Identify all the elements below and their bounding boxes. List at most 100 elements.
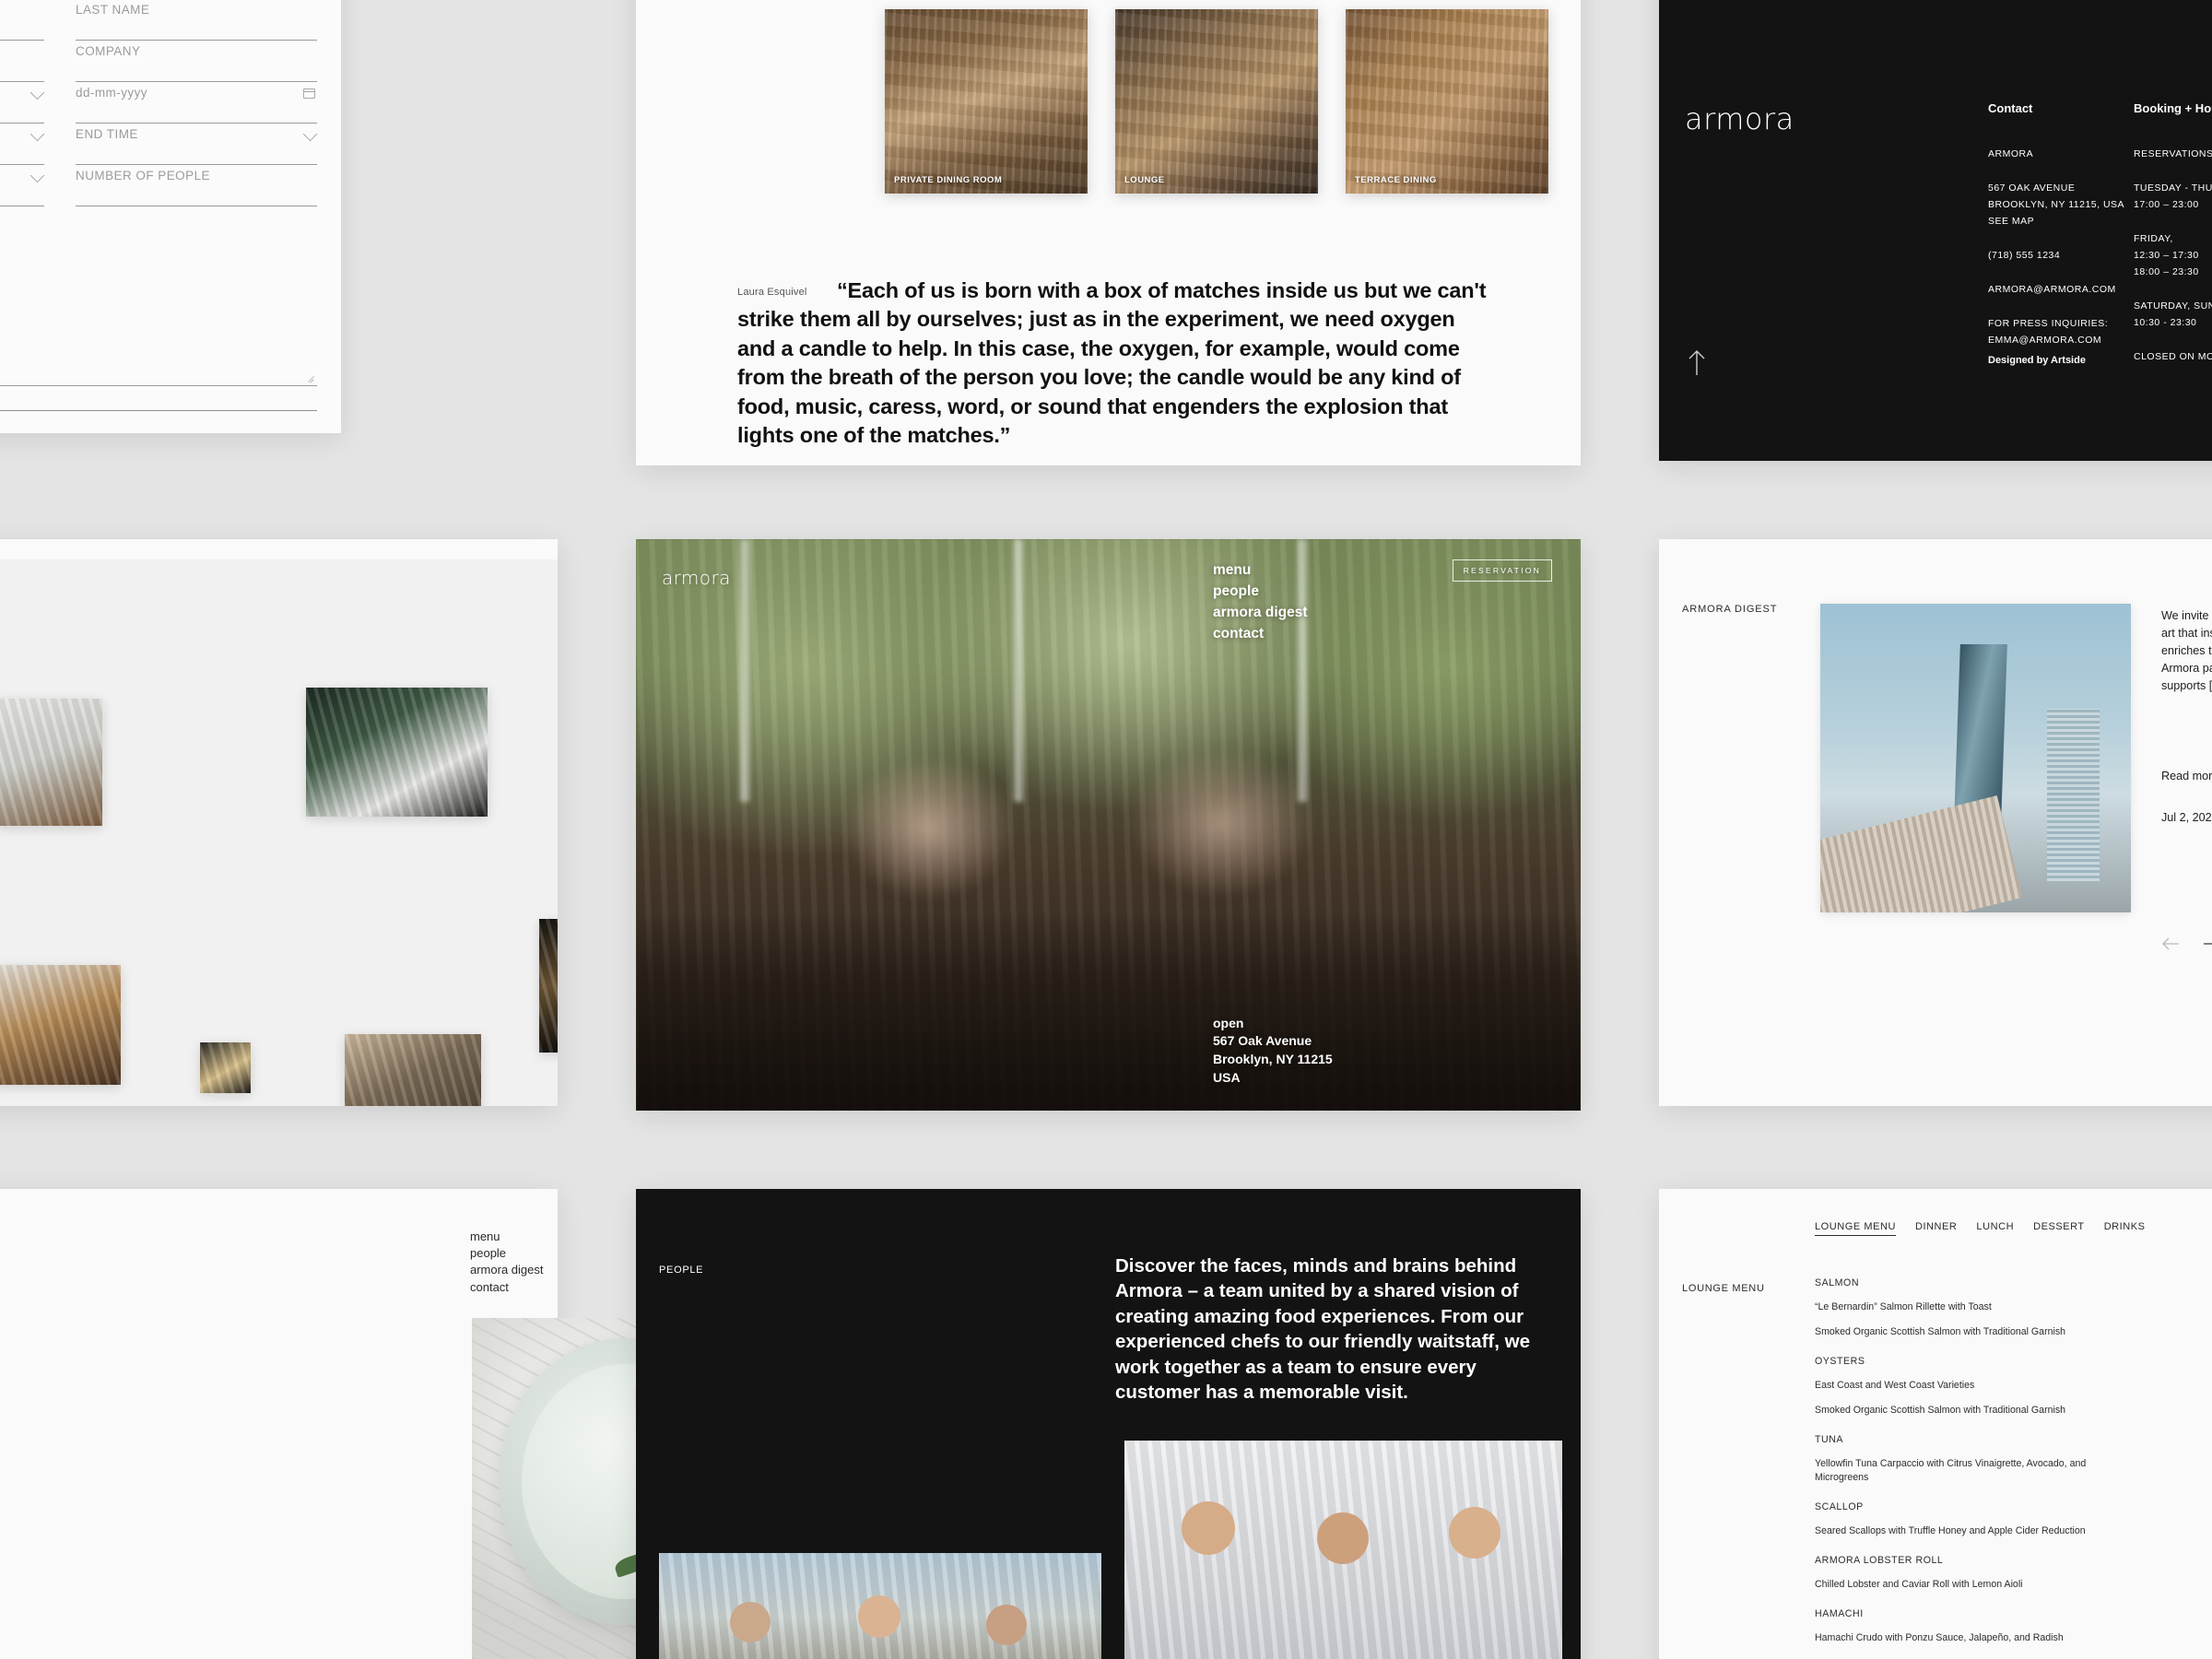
menu-section-title: HAMACHI <box>1815 1608 1864 1620</box>
gallery-photo-chefs[interactable] <box>306 688 488 817</box>
first-name-field[interactable]: FIRST NAME <box>0 0 44 41</box>
date-field[interactable]: dd-mm-yyyy <box>76 82 317 124</box>
menu-section: ARMORA LOBSTER ROLL Chilled Lobster and … <box>1815 1555 2212 1592</box>
tab-dinner[interactable]: DINNER <box>1915 1221 1957 1236</box>
lounge-menu-screen: LOUNGE MENU DINNER LUNCH DESSERT DRINKS … <box>1659 1189 2212 1659</box>
spaces-card-row: PRIVATE DINING ROOM LOUNGE TERRACE DININ… <box>885 9 1548 194</box>
people-headline: Discover the faces, minds and brains beh… <box>1115 1255 1530 1404</box>
gallery-top-bar <box>0 539 558 559</box>
hours-tuesday-thursday: TUESDAY - THURSDAY, 17:00 – 23:00 <box>2134 182 2212 211</box>
people-kicker: PEOPLE <box>659 1265 704 1276</box>
menu-section: SCALLOP Seared Scallops with Truffle Hon… <box>1815 1501 2212 1538</box>
arrow-up-icon[interactable] <box>1687 348 1707 376</box>
tower-shape <box>2047 708 2100 882</box>
space-card-lounge[interactable]: LOUNGE <box>1115 9 1318 194</box>
nav-item-menu[interactable]: menu <box>1213 559 1308 581</box>
contact-press[interactable]: FOR PRESS INQUIRIES: EMMA@ARMORA.COM <box>1988 315 2136 348</box>
contact-address[interactable]: 567 OAK AVENUE BROOKLYN, NY 11215, USA S… <box>1988 180 2136 229</box>
nav-item-contact[interactable]: contact <box>470 1279 543 1296</box>
type-of-event-select[interactable]: TYPE OF EVENT <box>0 165 45 206</box>
digest-excerpt: We invite you to discover the contempora… <box>2161 609 2212 692</box>
menu-section: HAMACHI Hamachi Crudo with Ponzu Sauce, … <box>1815 1608 2212 1645</box>
number-of-people-field[interactable]: NUMBER OF PEOPLE <box>76 165 317 206</box>
tab-lounge-menu[interactable]: LOUNGE MENU <box>1815 1221 1896 1236</box>
gallery-photo-guests[interactable] <box>345 1034 481 1106</box>
menu-item-name: Chilled Lobster and Caviar Roll with Lem… <box>1815 1579 2023 1591</box>
tab-drinks[interactable]: DRINKS <box>2104 1221 2146 1236</box>
footer-hours-column: Booking + Hours RESERVATIONS TUESDAY - T… <box>2134 101 2212 382</box>
chevron-down-icon <box>29 126 45 142</box>
company-label: COMPANY <box>76 44 141 58</box>
menu-item-name: Seared Scallops with Truffle Honey and A… <box>1815 1525 2086 1537</box>
nav-item-armora-digest[interactable]: armora digest <box>470 1262 543 1278</box>
hours-closed: CLOSED ON MONDAY <box>2134 351 2212 363</box>
calendar-icon[interactable] <box>303 88 315 99</box>
terrace-dining-photo <box>1346 9 1548 194</box>
menu-section: SALMON “Le Bernardin” Salmon Rillette wi… <box>1815 1277 2212 1339</box>
gallery-photo-friends-toast[interactable] <box>0 699 102 826</box>
hero-nav: menu people armora digest contact <box>1213 559 1308 644</box>
arrow-left-icon[interactable] <box>2161 937 2180 955</box>
digest-article-image[interactable] <box>1820 604 2131 912</box>
date-placeholder: dd-mm-yyyy <box>76 86 147 100</box>
tab-dessert[interactable]: DESSERT <box>2033 1221 2085 1236</box>
last-name-field[interactable]: LAST NAME <box>76 0 317 41</box>
gallery-photo-dining-strip[interactable] <box>539 919 558 1053</box>
end-time-select[interactable]: END TIME <box>76 124 318 165</box>
footer-contact-screen: armora Contact ARMORA 567 OAK AVENUE BRO… <box>1659 0 2212 461</box>
space-card-terrace-dining[interactable]: TERRACE DINING <box>1346 9 1548 194</box>
menu-section-title: TUNA <box>1815 1434 1844 1446</box>
menu-kicker: LOUNGE MENU <box>1682 1283 1765 1294</box>
menu-item-row: Yellowfin Tuna Carpaccio with Citrus Vin… <box>1815 1457 2212 1485</box>
armora-digest-screen: ARMORA DIGEST We invite you to discover … <box>1659 539 2212 1106</box>
chevron-down-icon <box>29 85 45 100</box>
arrow-right-icon[interactable] <box>2203 937 2212 955</box>
hero-open-label: open <box>1213 1016 1244 1030</box>
nav-item-armora-digest[interactable]: armora digest <box>1213 602 1308 623</box>
footer-logo[interactable]: armora <box>1685 101 1794 136</box>
hours-weekend: SATURDAY, SUNDAY, 10:30 - 23:30 <box>2134 300 2212 329</box>
space-card-private-dining-room[interactable]: PRIVATE DINING ROOM <box>885 9 1088 194</box>
menu-item-name: East Coast and West Coast Varieties <box>1815 1380 1975 1392</box>
menu-item-row: Hamachi Crudo with Ponzu Sauce, Jalapeño… <box>1815 1631 2212 1645</box>
menu-sections: SALMON “Le Bernardin” Salmon Rillette wi… <box>1815 1277 2212 1656</box>
form-divider <box>0 410 317 411</box>
event-form: FIRST NAME LAST NAME PHONE NUMBER COMPAN… <box>0 0 341 433</box>
phone-number-field[interactable]: PHONE NUMBER <box>0 41 44 82</box>
company-field[interactable]: COMPANY <box>76 41 317 82</box>
hero-logo[interactable]: armora <box>662 567 731 589</box>
contact-phone[interactable]: (718) 555 1234 <box>1988 247 2136 264</box>
nav-item-menu[interactable]: menu <box>470 1229 543 1245</box>
additional-information-textarea[interactable] <box>0 266 317 386</box>
read-more-link[interactable]: Read more <box>2161 770 2212 782</box>
people-gallery-screen <box>0 539 558 1106</box>
gallery-photo-plating[interactable] <box>0 965 121 1085</box>
people-photo-team-window[interactable] <box>659 1553 1101 1659</box>
footer-contact-column: Contact ARMORA 567 OAK AVENUE BROOKLYN, … <box>1988 101 2136 366</box>
digest-carousel-controls <box>2161 937 2212 955</box>
space-card-label: PRIVATE DINING ROOM <box>894 175 1003 185</box>
menu-section: OYSTERS East Coast and West Coast Variet… <box>1815 1356 2212 1418</box>
space-card-label: TERRACE DINING <box>1355 175 1437 185</box>
nav-item-people[interactable]: people <box>1213 581 1308 602</box>
private-dining-room-photo <box>885 9 1088 194</box>
people-photo-team-meeting[interactable] <box>1124 1441 1562 1659</box>
people-screen: PEOPLE Discover the faces, minds and bra… <box>636 1189 1581 1659</box>
menu-tabs: LOUNGE MENU DINNER LUNCH DESSERT DRINKS <box>1815 1221 2146 1236</box>
menu-item-name: Smoked Organic Scottish Salmon with Trad… <box>1815 1405 2066 1417</box>
end-time-label: END TIME <box>76 127 138 141</box>
hours-reservations[interactable]: RESERVATIONS <box>2134 146 2212 162</box>
place-select[interactable]: PLACE <box>0 82 45 124</box>
menu-item-row: Seared Scallops with Truffle Honey and A… <box>1815 1524 2212 1538</box>
roof-shape <box>1820 794 2023 912</box>
nav-item-contact[interactable]: contact <box>1213 623 1308 644</box>
contact-email[interactable]: ARMORA@ARMORA.COM <box>1988 281 2136 298</box>
start-time-select[interactable]: START TIME <box>0 124 45 165</box>
reservation-button[interactable]: RESERVATION <box>1452 559 1552 582</box>
gallery-photo-wine-glass[interactable] <box>200 1042 251 1093</box>
quote-block: Laura Esquivel “Each of us is born with … <box>737 276 1493 451</box>
nav-item-people[interactable]: people <box>470 1245 543 1262</box>
tab-lunch[interactable]: LUNCH <box>1976 1221 2014 1236</box>
form-field-grid: FIRST NAME LAST NAME PHONE NUMBER COMPAN… <box>0 0 318 206</box>
resize-handle-icon[interactable] <box>307 374 315 382</box>
